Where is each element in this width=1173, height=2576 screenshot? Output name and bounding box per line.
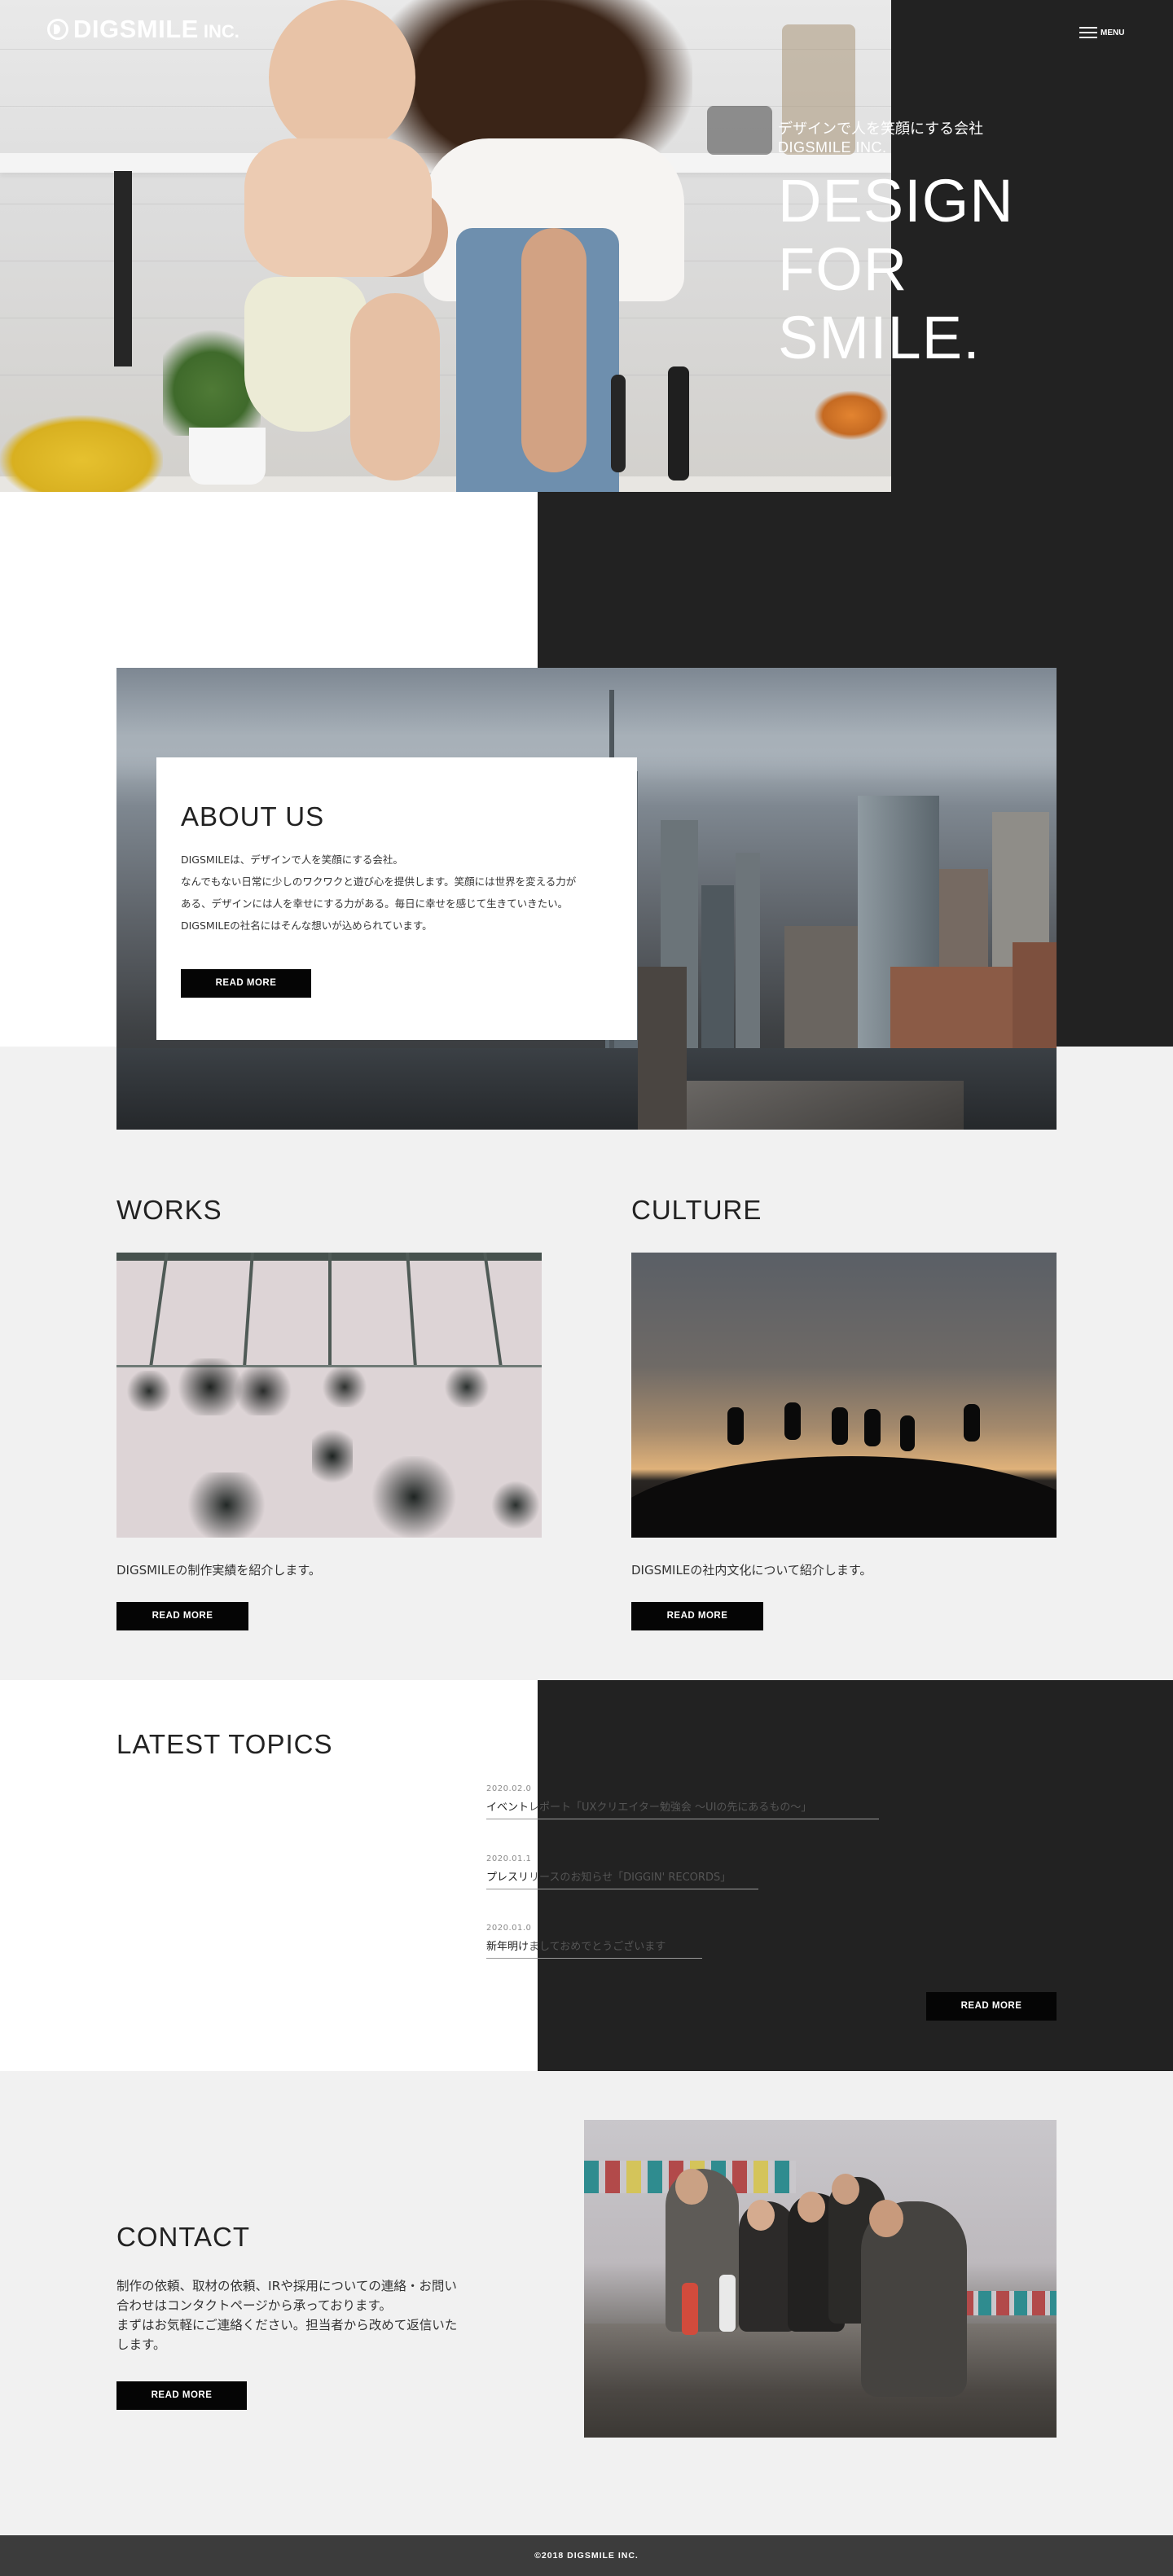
topic-title[interactable]: プレスリリースのお知らせ「DIGGIN' RECORDS」 xyxy=(486,1868,758,1889)
contact-read-more-button[interactable]: READ MORE xyxy=(116,2381,247,2410)
footer: ©2018 DIGSMILE INC. xyxy=(0,2535,1173,2576)
smile-logo-icon xyxy=(47,19,68,40)
contact-title: CONTACT xyxy=(116,2222,251,2252)
hamburger-icon xyxy=(1079,27,1097,38)
works-photo-office-overhead xyxy=(116,1253,542,1538)
about-text-line: DIGSMILEの社名にはそんな想いが込められています。 xyxy=(181,919,433,932)
culture-read-more-button[interactable]: READ MORE xyxy=(631,1602,763,1630)
brand-logo[interactable]: DIGSMILE INC. xyxy=(47,15,239,44)
about-text: DIGSMILEは、デザインで人を笑顔にする会社。 なんでもない日常に少しのワク… xyxy=(181,849,621,937)
works-read-more-button[interactable]: READ MORE xyxy=(116,1602,248,1630)
about-text-line: なんでもない日常に少しのワクワクと遊び心を提供します。笑顔には世界を変える力が xyxy=(181,875,577,888)
contact-text: 制作の依頼、取材の依頼、IRや採用についての連絡・お問い 合わせはコンタクトペー… xyxy=(116,2276,475,2354)
about-text-line: DIGSMILEは、デザインで人を笑顔にする会社。 xyxy=(181,854,403,866)
about-title: ABOUT US xyxy=(181,801,325,832)
topic-title-part: イベント xyxy=(486,1801,529,1814)
topic-title-part: リースのお知らせ「DIGGIN' RECORDS」 xyxy=(529,1872,731,1884)
about-card: ABOUT US DIGSMILEは、デザインで人を笑顔にする会社。 なんでもな… xyxy=(156,757,637,1040)
contact-text-line: まずはお気軽にご連絡ください。担当者から改めて返信いた xyxy=(116,2318,458,2332)
contact-text-line: します。 xyxy=(116,2337,166,2352)
menu-button[interactable]: MENU xyxy=(1079,27,1124,38)
hero-headline-line-2: FOR xyxy=(778,235,908,303)
copyright-text: ©2018 DIGSMILE INC. xyxy=(534,2551,639,2561)
culture-photo-jumping-silhouettes xyxy=(631,1253,1057,1538)
topic-title-part: プレスリ xyxy=(486,1872,529,1884)
topics-read-more-button[interactable]: READ MORE xyxy=(926,1992,1057,2021)
about-text-line: ある、デザインには人を幸せにする力がある。毎日に幸せを感じて生きていきたい。 xyxy=(181,897,569,910)
topic-title-part: 新年明け xyxy=(486,1941,529,1953)
hero-headline-line-3: SMILE. xyxy=(778,304,981,371)
hero-headline-line-1: DESIGN xyxy=(778,167,1014,235)
menu-label: MENU xyxy=(1101,28,1125,37)
contact-photo-team-group xyxy=(584,2120,1057,2438)
topic-item[interactable]: 2020.01.0 新年明けましておめでとうございます xyxy=(486,1924,702,1959)
topic-title-part: レポート「UXクリエイター勉強会 ～UIの先にあるもの～」 xyxy=(529,1801,812,1814)
topic-item[interactable]: 2020.01.1 プレスリリースのお知らせ「DIGGIN' RECORDS」 xyxy=(486,1854,758,1889)
latest-topics-title: LATEST TOPICS xyxy=(116,1729,333,1759)
topic-title[interactable]: イベントレポート「UXクリエイター勉強会 ～UIの先にあるもの～」 xyxy=(486,1798,879,1819)
contact-text-line: 制作の依頼、取材の依頼、IRや採用についての連絡・お問い xyxy=(116,2279,457,2293)
contact-text-line: 合わせはコンタクトページから承っております。 xyxy=(116,2298,392,2313)
topic-title[interactable]: 新年明けましておめでとうございます xyxy=(486,1937,702,1959)
topic-date: 2020.01.0 xyxy=(486,1924,532,1933)
hero-headline: DESIGN FOR SMILE. xyxy=(778,167,1014,372)
hero-photo-mother-and-baby xyxy=(0,0,891,492)
hero-copy: デザインで人を笑顔にする会社 DIGSMILE INC. DESIGN FOR … xyxy=(778,120,1014,372)
topic-item[interactable]: 2020.02.0 イベントレポート「UXクリエイター勉強会 ～UIの先にあるも… xyxy=(486,1784,879,1819)
culture-title: CULTURE xyxy=(631,1195,762,1225)
works-description: DIGSMILEの制作実績を紹介します。 xyxy=(116,1563,321,1578)
works-title: WORKS xyxy=(116,1195,222,1225)
hero-company: DIGSMILE INC. xyxy=(778,139,887,156)
topic-date: 2020.02.0 xyxy=(486,1784,532,1793)
brand-name: DIGSMILE xyxy=(73,15,199,43)
about-read-more-button[interactable]: READ MORE xyxy=(181,969,311,998)
brand-suffix: INC. xyxy=(203,21,239,42)
topic-date: 2020.01.1 xyxy=(486,1854,532,1863)
hero-tagline: デザインで人を笑顔にする会社 xyxy=(778,121,984,138)
culture-description: DIGSMILEの社内文化について紹介します。 xyxy=(631,1563,872,1578)
topic-title-part: ましておめでとうございます xyxy=(529,1941,666,1953)
